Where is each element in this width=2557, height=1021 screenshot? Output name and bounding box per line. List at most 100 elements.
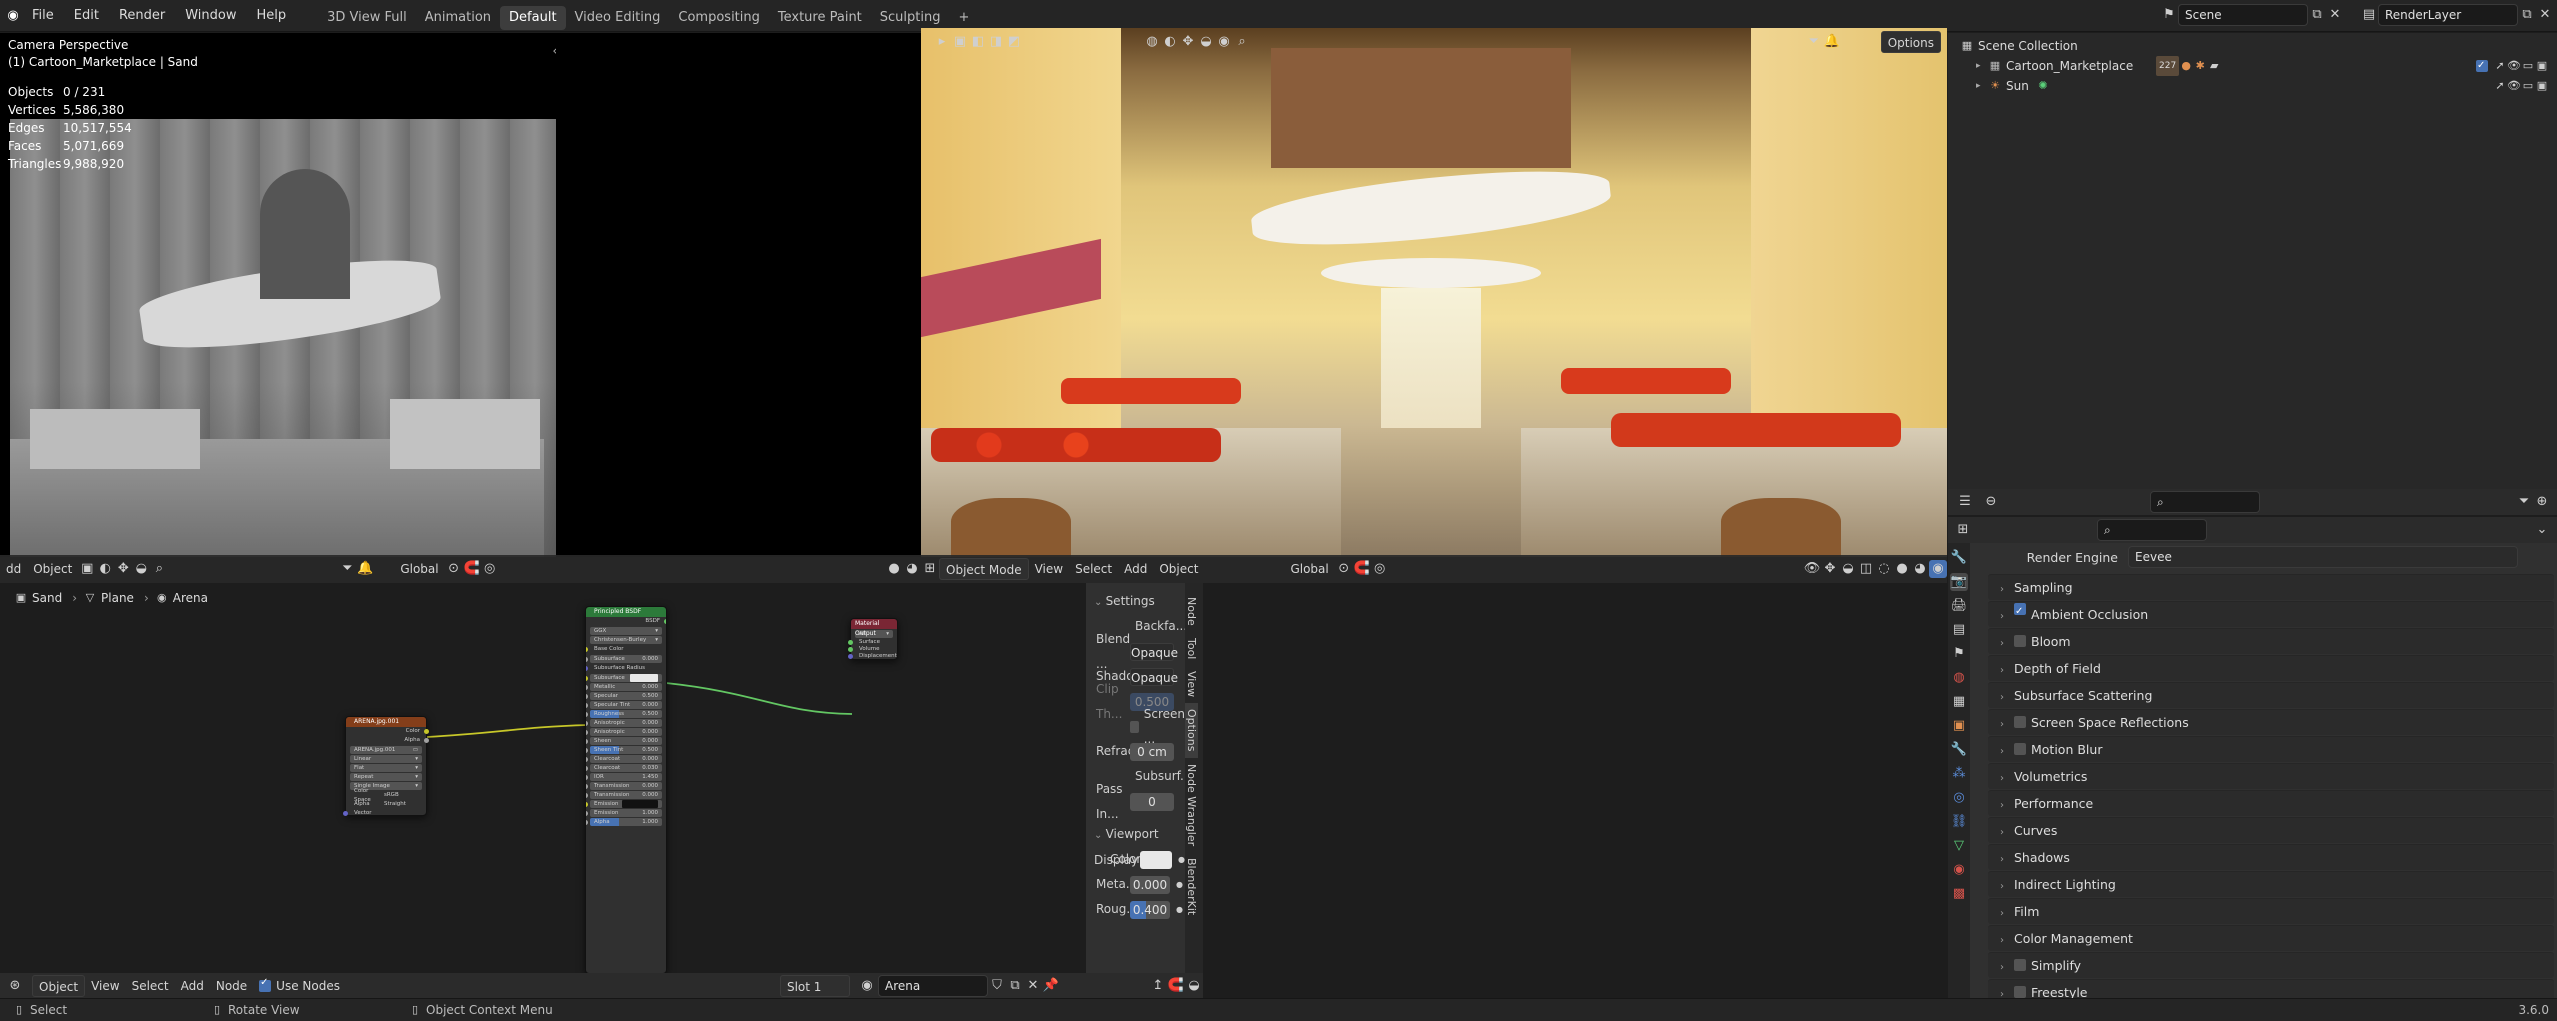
bsdf-input-specular-tint[interactable]: Specular Tint 0.000 — [586, 701, 662, 709]
properties-search-input[interactable]: ⌕ — [2097, 519, 2207, 541]
node-title[interactable]: Principled BSDF — [586, 607, 666, 617]
constraints-tab-icon[interactable]: ⛓ — [1950, 813, 1968, 831]
view-layer-icon[interactable]: ▤ — [2360, 6, 2378, 24]
modifier-tab-icon[interactable]: 🔧 — [1950, 741, 1968, 759]
panel-simplify[interactable]: › Simplify — [1988, 952, 2554, 978]
panel-screen-space-reflections[interactable]: › Screen Space Reflections — [1988, 709, 2554, 735]
image-texture-node[interactable]: ARENA.jpg.001 Color Alpha ARENA.jpg.001 ▭… — [343, 716, 429, 816]
shading-wireframe-icon[interactable]: ◌ — [1875, 560, 1893, 578]
editor-type-icon[interactable]: ⊞ — [1954, 521, 1972, 539]
transform-orientation-dropdown[interactable]: Global — [1284, 558, 1334, 580]
bsdf-input-sheen[interactable]: Sheen 0.000 — [586, 737, 662, 745]
node-menu[interactable]: Node — [210, 975, 253, 997]
refraction-depth-field[interactable]: 0 cm — [1130, 742, 1174, 761]
input-socket[interactable] — [586, 666, 588, 671]
data-tab-icon[interactable]: ▽ — [1950, 837, 1968, 855]
pass-index-field[interactable]: 0 — [1130, 792, 1174, 811]
input-socket[interactable] — [586, 647, 588, 652]
outliner-search-input[interactable]: ⌕ — [2150, 491, 2260, 513]
select-box-icon[interactable]: ▣ — [78, 560, 96, 578]
visibility-eye-icon[interactable]: 👁 — [2507, 59, 2521, 73]
exclude-checkbox[interactable] — [2476, 60, 2488, 72]
render-camera-icon[interactable]: ▣ — [2535, 59, 2549, 73]
render-engine-dropdown[interactable]: Eevee — [2128, 546, 2518, 568]
input-socket[interactable] — [586, 793, 588, 798]
input-socket[interactable] — [586, 694, 588, 699]
object-visibility-icon[interactable]: 👁 — [1803, 560, 1821, 578]
add-workspace-button[interactable]: + — [949, 6, 978, 30]
scene-tab-icon[interactable]: ⚑ — [1950, 645, 1968, 663]
notification-icon[interactable]: 🔔 — [356, 560, 374, 578]
alpha-mode-row[interactable]: Alpha Straight — [346, 800, 426, 809]
viewport-metallic-field[interactable]: 0.000 — [1130, 875, 1170, 894]
tab-options[interactable]: Options — [1185, 703, 1198, 758]
gizmo-toggle-icon[interactable]: ✥ — [1821, 560, 1839, 578]
outliner-scene-collection[interactable]: ▦ Scene Collection — [1948, 36, 2557, 56]
input-socket[interactable] — [586, 685, 588, 690]
filter-mode-icon[interactable]: ⊖ — [1982, 493, 2000, 511]
panel-ambient-occlusion[interactable]: › Ambient Occlusion — [1988, 601, 2554, 627]
delete-scene-icon[interactable]: ✕ — [2326, 6, 2344, 24]
input-socket[interactable] — [586, 748, 588, 753]
visibility-eye-icon[interactable]: 👁 — [2507, 79, 2521, 93]
object-menu[interactable]: Object — [27, 558, 78, 580]
notification-icon[interactable]: 🔔 — [1823, 33, 1841, 51]
shading-material-icon[interactable]: ◕ — [1911, 560, 1929, 578]
filter-icon[interactable]: ⏷ — [1805, 33, 1823, 51]
bsdf-input-anisotropic-rotation[interactable]: Anisotropic Rotation 0.000 — [586, 728, 662, 743]
panel-enable-checkbox[interactable] — [2014, 743, 2026, 755]
new-view-layer-icon[interactable]: ⧉ — [2518, 6, 2536, 24]
input-socket[interactable] — [586, 802, 588, 807]
bsdf-input-specular[interactable]: Specular 0.500 — [586, 692, 662, 700]
toolbar-toggle-icon[interactable]: ▸ — [933, 33, 951, 51]
object-type-visibility-icon[interactable]: ◐ — [1161, 33, 1179, 51]
duplicate-material-icon[interactable]: ⧉ — [1006, 977, 1024, 995]
shader-type-dropdown[interactable]: Object — [32, 974, 86, 997]
display-mode-icon[interactable]: ☰ — [1956, 493, 1974, 511]
viewport-color-swatch[interactable] — [1140, 850, 1173, 869]
pin-icon[interactable]: ⌄ — [2533, 521, 2551, 539]
node-title[interactable]: ARENA.jpg.001 — [346, 717, 426, 727]
menu-help[interactable]: Help — [247, 0, 297, 32]
panel-curves[interactable]: › Curves — [1988, 817, 2554, 843]
pin-icon[interactable]: 📌 — [1042, 977, 1060, 995]
settings-section-header[interactable]: ⌄ Settings — [1086, 589, 1185, 614]
viewport-display-section-header[interactable]: ⌄ Viewport Display — [1086, 822, 1185, 867]
outliner-item-cartoon-marketplace[interactable]: ▸ ▦ Cartoon_Marketplace 227 ● ✱ ▰ ➚ 👁 ▭ … — [1948, 56, 2557, 76]
panel-color-management[interactable]: › Color Management — [1988, 925, 2554, 951]
select-invert-icon[interactable]: ◩ — [1005, 33, 1023, 51]
input-socket[interactable] — [586, 703, 588, 708]
distribution-dropdown[interactable]: GGX ▾ — [590, 627, 662, 635]
overlay-icon[interactable]: ◒ — [1185, 977, 1203, 995]
object-type-visibility-icon[interactable]: ◐ — [96, 560, 114, 578]
viewport-shading-solid-icon[interactable]: ● — [885, 560, 903, 578]
snap-icon[interactable]: 🧲 — [463, 560, 481, 578]
tab-texture-paint[interactable]: Texture Paint — [769, 6, 871, 30]
material-output-node[interactable]: Material Output All ▾ Surface Volume Disp… — [848, 618, 898, 660]
world-tab-icon[interactable]: ◍ — [1950, 669, 1968, 687]
view-menu[interactable]: View — [85, 975, 125, 997]
filter-icon[interactable]: ⏷ — [338, 560, 356, 578]
bsdf-input-alpha[interactable]: Alpha 1.000 — [586, 818, 662, 826]
options-dropdown[interactable]: Options — [1880, 31, 1941, 53]
tab-animation[interactable]: Animation — [416, 6, 500, 30]
search-icon[interactable]: ⌕ — [150, 560, 168, 578]
select-menu[interactable]: Select — [1069, 558, 1118, 580]
panel-volumetrics[interactable]: › Volumetrics — [1988, 763, 2554, 789]
menu-window[interactable]: Window — [175, 0, 246, 32]
bsdf-input-clearcoat-roughness[interactable]: Clearcoat Roughness 0.030 — [586, 764, 662, 779]
node-title[interactable]: Material Output — [851, 619, 897, 637]
tab-view[interactable]: View — [1185, 665, 1198, 703]
input-socket[interactable] — [586, 811, 588, 816]
tab-sculpting[interactable]: Sculpting — [871, 6, 950, 30]
viewport-gizmo-icon[interactable]: ✥ — [114, 560, 132, 578]
selectable-icon[interactable]: ➚ — [2493, 59, 2507, 73]
interpolation-dropdown[interactable]: Linear ▾ — [350, 755, 422, 763]
bsdf-input-transmission-roughness[interactable]: Transmission Roughness 0.000 — [586, 791, 662, 806]
select-subtract-icon[interactable]: ◨ — [987, 33, 1005, 51]
panel-motion-blur[interactable]: › Motion Blur — [1988, 736, 2554, 762]
input-socket[interactable] — [586, 657, 588, 662]
input-socket[interactable] — [586, 730, 588, 735]
bsdf-input-clearcoat[interactable]: Clearcoat 0.000 — [586, 755, 662, 763]
bsdf-input-subsurface-color[interactable]: Subsurface Color — [586, 674, 662, 689]
